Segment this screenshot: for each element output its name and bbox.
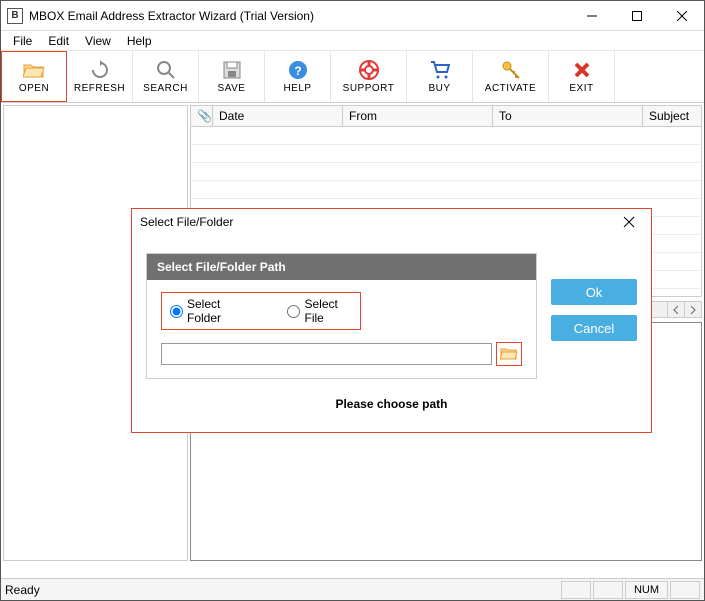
status-numlock: NUM <box>625 581 668 599</box>
search-button[interactable]: SEARCH <box>133 51 199 102</box>
support-icon <box>359 59 379 81</box>
dialog-close-button[interactable] <box>623 216 643 228</box>
scroll-right-icon[interactable] <box>684 302 701 317</box>
radio-select-folder-input[interactable] <box>170 305 183 318</box>
table-row <box>191 163 701 181</box>
exit-button[interactable]: EXIT <box>549 51 615 102</box>
path-input[interactable] <box>161 343 492 365</box>
cancel-button[interactable]: Cancel <box>551 315 637 341</box>
help-icon: ? <box>288 59 308 81</box>
toolbar: OPEN REFRESH SEARCH SAVE ? HELP SUPPORT … <box>1 51 704 103</box>
menu-view[interactable]: View <box>77 32 119 50</box>
maximize-button[interactable] <box>614 1 659 30</box>
email-grid-header: 📎 Date From To Subject <box>190 105 702 127</box>
title-bar: B MBOX Email Address Extractor Wizard (T… <box>1 1 704 31</box>
table-row <box>191 127 701 145</box>
col-date[interactable]: Date <box>213 106 343 126</box>
radio-group: Select Folder Select File <box>161 292 361 330</box>
dialog-titlebar: Select File/Folder <box>132 209 651 235</box>
status-text: Ready <box>5 583 559 597</box>
col-to[interactable]: To <box>493 106 643 126</box>
radio-select-file-input[interactable] <box>287 305 300 318</box>
menu-bar: File Edit View Help <box>1 31 704 51</box>
col-from[interactable]: From <box>343 106 493 126</box>
help-button[interactable]: ? HELP <box>265 51 331 102</box>
browse-button[interactable] <box>496 342 522 366</box>
minimize-button[interactable] <box>569 1 614 30</box>
menu-edit[interactable]: Edit <box>40 32 77 50</box>
radio-file-label: Select File <box>304 297 352 325</box>
dialog-footer-text: Please choose path <box>132 389 651 423</box>
scroll-left-icon[interactable] <box>667 302 684 317</box>
dialog-title: Select File/Folder <box>140 215 623 229</box>
exit-icon <box>574 59 590 81</box>
open-button[interactable]: OPEN <box>1 51 67 102</box>
menu-help[interactable]: Help <box>119 32 160 50</box>
activate-button[interactable]: ACTIVATE <box>473 51 549 102</box>
paperclip-icon: 📎 <box>197 109 212 123</box>
support-label: SUPPORT <box>343 83 395 94</box>
status-cell <box>561 581 591 599</box>
save-label: SAVE <box>218 83 246 94</box>
status-bar: Ready NUM <box>1 578 704 600</box>
col-subject[interactable]: Subject <box>643 106 701 126</box>
refresh-label: REFRESH <box>74 83 125 94</box>
folder-open-icon <box>500 347 518 361</box>
folder-open-icon <box>23 59 45 81</box>
buy-label: BUY <box>428 83 450 94</box>
svg-text:?: ? <box>294 64 301 78</box>
help-label: HELP <box>283 83 311 94</box>
app-icon: B <box>7 8 23 24</box>
select-file-folder-dialog: Select File/Folder Select File/Folder Pa… <box>131 208 652 433</box>
radio-select-file[interactable]: Select File <box>287 297 352 325</box>
menu-file[interactable]: File <box>5 32 40 50</box>
open-label: OPEN <box>19 83 49 94</box>
radio-select-folder[interactable]: Select Folder <box>170 297 247 325</box>
save-button[interactable]: SAVE <box>199 51 265 102</box>
refresh-button[interactable]: REFRESH <box>67 51 133 102</box>
table-row <box>191 145 701 163</box>
save-icon <box>223 59 241 81</box>
key-icon <box>501 59 521 81</box>
col-attachment[interactable]: 📎 <box>191 106 213 126</box>
table-row <box>191 181 701 199</box>
ok-button[interactable]: Ok <box>551 279 637 305</box>
refresh-icon <box>90 59 110 81</box>
search-icon <box>156 59 176 81</box>
dialog-panel-header: Select File/Folder Path <box>147 254 536 280</box>
activate-label: ACTIVATE <box>485 83 536 94</box>
close-button[interactable] <box>659 1 704 30</box>
window-title: MBOX Email Address Extractor Wizard (Tri… <box>29 9 569 23</box>
status-cell <box>670 581 700 599</box>
support-button[interactable]: SUPPORT <box>331 51 407 102</box>
status-cell <box>593 581 623 599</box>
cart-icon <box>430 59 450 81</box>
buy-button[interactable]: BUY <box>407 51 473 102</box>
dialog-panel: Select File/Folder Path Select Folder Se… <box>146 253 537 379</box>
radio-folder-label: Select Folder <box>187 297 247 325</box>
exit-label: EXIT <box>569 83 593 94</box>
search-label: SEARCH <box>143 83 188 94</box>
